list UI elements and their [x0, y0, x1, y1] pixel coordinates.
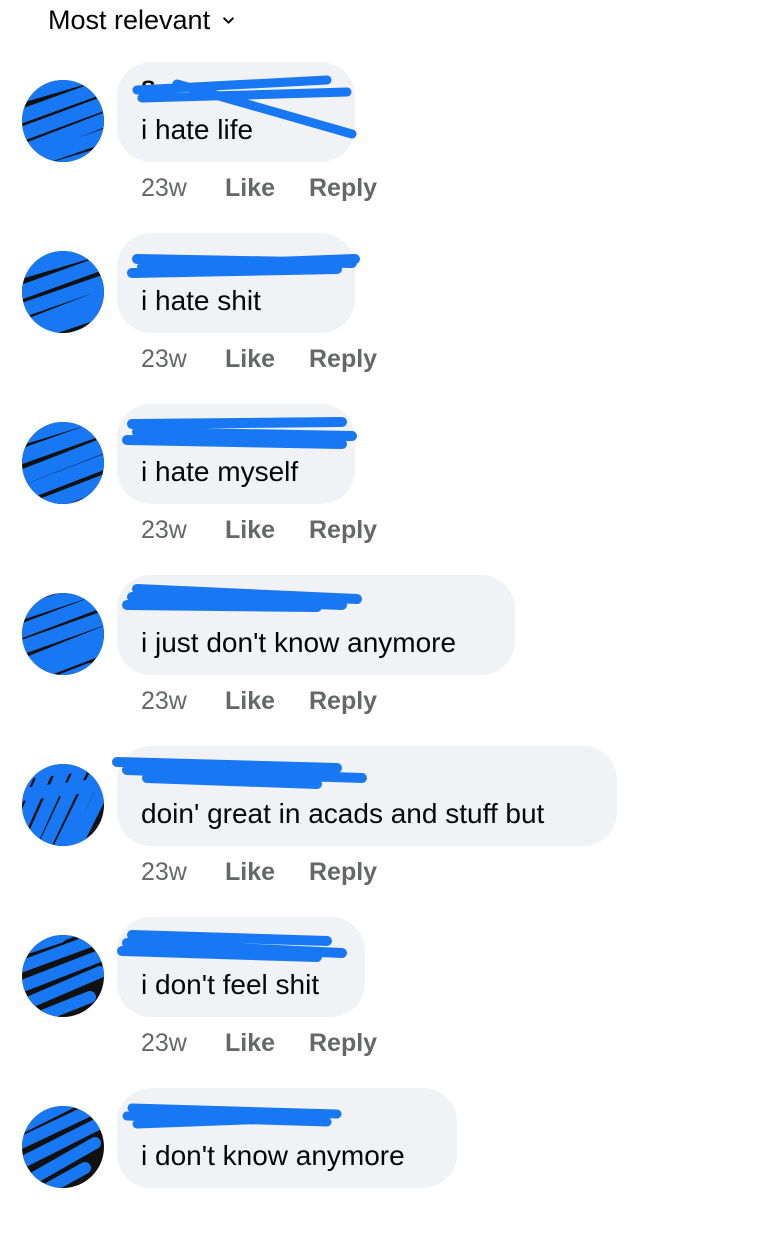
comment-text: i don't feel shit: [141, 969, 320, 1000]
comment-bubble: i hate myself: [117, 404, 357, 504]
sort-dropdown[interactable]: Most relevant: [48, 2, 235, 38]
comment-actions: 23w Like Reply: [141, 1029, 377, 1058]
avatar[interactable]: [22, 422, 104, 504]
redaction-scribble: [122, 1103, 342, 1129]
redaction-scribble: [22, 422, 104, 504]
comment-bubble: i don't feel shit: [117, 917, 365, 1017]
redaction-scribble: [117, 930, 347, 962]
like-button[interactable]: Like: [225, 345, 309, 374]
sort-label: Most relevant: [48, 4, 211, 35]
comment-actions: 23w Like Reply: [141, 687, 377, 716]
comment-item: doin' great in acads and stuff but 23w L…: [0, 746, 771, 906]
like-button[interactable]: Like: [225, 516, 309, 545]
comment-bubble: i hate shit: [117, 233, 360, 333]
redaction-scribble: [22, 80, 104, 162]
like-button[interactable]: Like: [225, 858, 309, 887]
redaction-scribble: [22, 764, 104, 846]
comment-actions: 23w Like Reply: [141, 858, 377, 887]
comment-item: S i hate life 23w Like Reply: [0, 62, 771, 222]
redaction-scribble: [122, 417, 357, 449]
comment-timestamp[interactable]: 23w: [141, 858, 225, 887]
redaction-scribble: [22, 251, 104, 333]
redaction-scribble: [127, 254, 360, 278]
like-button[interactable]: Like: [225, 1029, 309, 1058]
comment-timestamp[interactable]: 23w: [141, 516, 225, 545]
comment-actions: 23w Like Reply: [141, 174, 377, 203]
avatar[interactable]: [22, 80, 104, 162]
comment-item: i don't feel shit 23w Like Reply: [0, 917, 771, 1077]
comment-bubble: S i hate life: [117, 62, 357, 162]
redaction-scribble: [22, 1106, 104, 1188]
avatar[interactable]: [22, 935, 104, 1017]
comment-timestamp[interactable]: 23w: [141, 345, 225, 374]
like-button[interactable]: Like: [225, 174, 309, 203]
redaction-scribble: [22, 935, 104, 1017]
comment-text: i hate life: [141, 114, 254, 145]
avatar[interactable]: [22, 1106, 104, 1188]
comment-timestamp[interactable]: 23w: [141, 174, 225, 203]
redaction-scribble: [22, 593, 104, 675]
comment-bubble: doin' great in acads and stuff but: [112, 746, 617, 846]
avatar[interactable]: [22, 251, 104, 333]
comment-item: i don't know anymore: [0, 1088, 771, 1248]
redaction-scribble: [132, 75, 357, 139]
reply-button[interactable]: Reply: [309, 687, 377, 716]
comment-item: i hate myself 23w Like Reply: [0, 404, 771, 564]
comment-text: i just don't know anymore: [141, 627, 457, 658]
comment-text: i hate myself: [141, 456, 299, 487]
reply-button[interactable]: Reply: [309, 1029, 377, 1058]
chevron-down-icon: [223, 16, 234, 24]
comment-actions: 23w Like Reply: [141, 516, 377, 545]
comment-item: i just don't know anymore 23w Like Reply: [0, 575, 771, 735]
avatar[interactable]: [22, 764, 104, 846]
reply-button[interactable]: Reply: [309, 174, 377, 203]
comment-bubble: i just don't know anymore: [117, 575, 515, 675]
reply-button[interactable]: Reply: [309, 516, 377, 545]
avatar[interactable]: [22, 593, 104, 675]
comment-actions: 23w Like Reply: [141, 345, 377, 374]
comment-text: i don't know anymore: [141, 1140, 405, 1171]
comment-bubble: i don't know anymore: [117, 1088, 457, 1188]
reply-button[interactable]: Reply: [309, 858, 377, 887]
comment-text: i hate shit: [141, 285, 261, 316]
comment-timestamp[interactable]: 23w: [141, 1029, 225, 1058]
redaction-scribble: [122, 584, 362, 612]
like-button[interactable]: Like: [225, 687, 309, 716]
reply-button[interactable]: Reply: [309, 345, 377, 374]
comment-timestamp[interactable]: 23w: [141, 687, 225, 716]
redaction-scribble: [112, 757, 367, 789]
comment-item: i hate shit 23w Like Reply: [0, 233, 771, 393]
comment-text: doin' great in acads and stuff but: [141, 798, 545, 829]
